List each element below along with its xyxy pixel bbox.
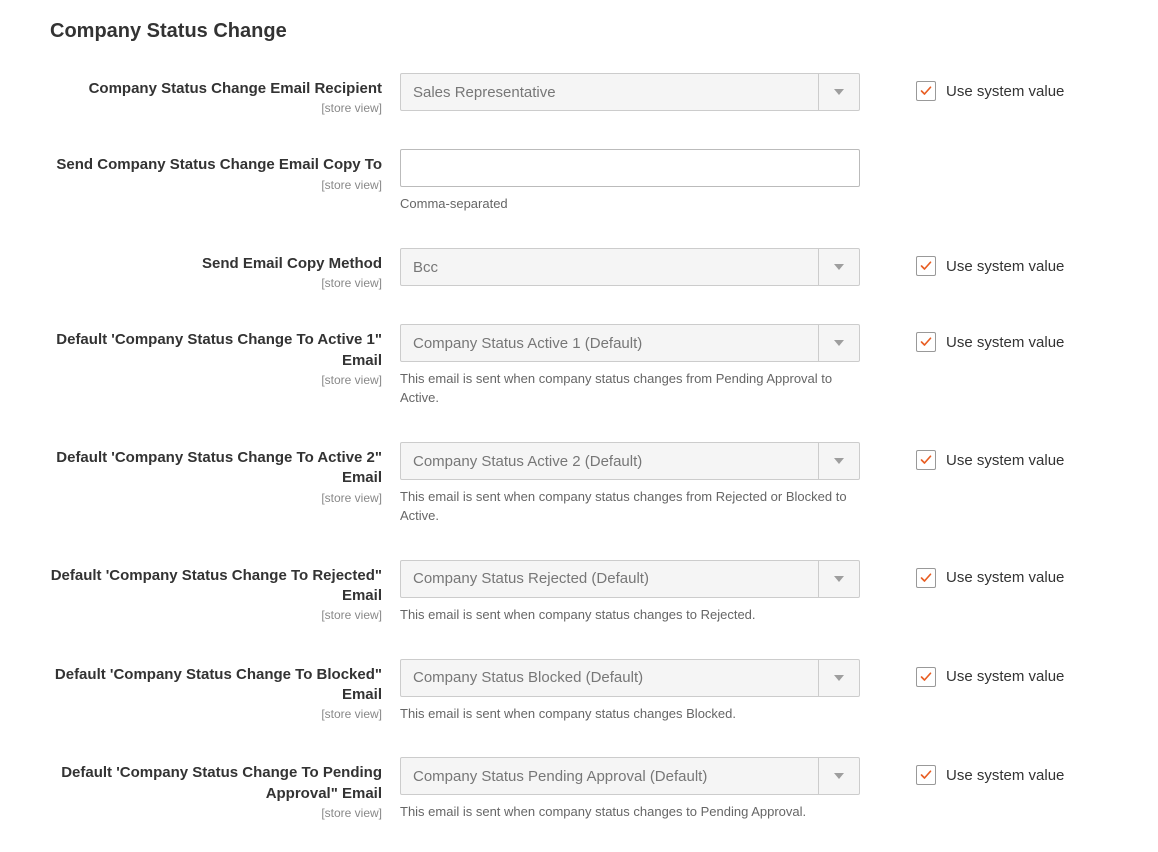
select-value: Bcc (413, 259, 438, 276)
field-email-copy-method: Send Email Copy Method [store view] Bcc … (20, 248, 1138, 290)
scope-label: [store view] (20, 806, 382, 820)
field-helper: This email is sent when company status c… (400, 803, 860, 822)
use-system-label: Use system value (946, 569, 1064, 586)
chevron-down-icon (834, 675, 844, 681)
use-system-checkbox[interactable] (916, 667, 936, 687)
use-system-label: Use system value (946, 258, 1064, 275)
select-caret (818, 74, 859, 110)
scope-label: [store view] (20, 276, 382, 290)
scope-label: [store view] (20, 608, 382, 622)
field-helper: This email is sent when company status c… (400, 488, 860, 526)
use-system-label: Use system value (946, 334, 1064, 351)
field-email-recipient: Company Status Change Email Recipient [s… (20, 73, 1138, 115)
section-title: Company Status Change (50, 20, 1138, 43)
chevron-down-icon (834, 89, 844, 95)
use-system-checkbox[interactable] (916, 765, 936, 785)
status-rejected-select[interactable]: Company Status Rejected (Default) (400, 560, 860, 598)
email-copy-method-select[interactable]: Bcc (400, 248, 860, 286)
check-icon (920, 85, 932, 97)
field-label: Company Status Change Email Recipient (20, 79, 382, 99)
use-system-label: Use system value (946, 83, 1064, 100)
select-caret (818, 660, 859, 696)
field-label: Default 'Company Status Change To Pendin… (20, 763, 382, 804)
status-active2-select[interactable]: Company Status Active 2 (Default) (400, 442, 860, 480)
scope-label: [store view] (20, 101, 382, 115)
chevron-down-icon (834, 458, 844, 464)
status-pending-select[interactable]: Company Status Pending Approval (Default… (400, 757, 860, 795)
scope-label: [store view] (20, 373, 382, 387)
chevron-down-icon (834, 264, 844, 270)
select-caret (818, 443, 859, 479)
select-value: Company Status Active 1 (Default) (413, 335, 642, 352)
email-copy-to-input[interactable] (400, 149, 860, 187)
select-value: Company Status Pending Approval (Default… (413, 768, 707, 785)
field-status-rejected: Default 'Company Status Change To Reject… (20, 560, 1138, 625)
field-label: Default 'Company Status Change To Reject… (20, 566, 382, 607)
chevron-down-icon (834, 773, 844, 779)
field-helper: This email is sent when company status c… (400, 705, 860, 724)
check-icon (920, 671, 932, 683)
use-system-checkbox[interactable] (916, 568, 936, 588)
use-system-checkbox[interactable] (916, 332, 936, 352)
check-icon (920, 769, 932, 781)
select-caret (818, 758, 859, 794)
status-blocked-select[interactable]: Company Status Blocked (Default) (400, 659, 860, 697)
field-label: Default 'Company Status Change To Active… (20, 330, 382, 371)
field-status-blocked: Default 'Company Status Change To Blocke… (20, 659, 1138, 724)
check-icon (920, 336, 932, 348)
select-caret (818, 249, 859, 285)
check-icon (920, 572, 932, 584)
check-icon (920, 454, 932, 466)
chevron-down-icon (834, 340, 844, 346)
field-label: Default 'Company Status Change To Active… (20, 448, 382, 489)
field-helper: This email is sent when company status c… (400, 606, 860, 625)
use-system-label: Use system value (946, 668, 1064, 685)
field-email-copy-to: Send Company Status Change Email Copy To… (20, 149, 1138, 214)
field-label: Default 'Company Status Change To Blocke… (20, 665, 382, 706)
check-icon (920, 260, 932, 272)
scope-label: [store view] (20, 178, 382, 192)
field-label: Send Company Status Change Email Copy To (20, 155, 382, 175)
use-system-label: Use system value (946, 452, 1064, 469)
use-system-checkbox[interactable] (916, 81, 936, 101)
select-value: Company Status Rejected (Default) (413, 570, 649, 587)
use-system-checkbox[interactable] (916, 256, 936, 276)
select-value: Company Status Active 2 (Default) (413, 453, 642, 470)
email-recipient-select[interactable]: Sales Representative (400, 73, 860, 111)
field-label: Send Email Copy Method (20, 254, 382, 274)
select-value: Company Status Blocked (Default) (413, 669, 643, 686)
scope-label: [store view] (20, 491, 382, 505)
field-status-pending: Default 'Company Status Change To Pendin… (20, 757, 1138, 822)
field-status-active1: Default 'Company Status Change To Active… (20, 324, 1138, 408)
status-active1-select[interactable]: Company Status Active 1 (Default) (400, 324, 860, 362)
field-status-active2: Default 'Company Status Change To Active… (20, 442, 1138, 526)
select-caret (818, 561, 859, 597)
select-value: Sales Representative (413, 84, 556, 101)
scope-label: [store view] (20, 707, 382, 721)
use-system-checkbox[interactable] (916, 450, 936, 470)
select-caret (818, 325, 859, 361)
use-system-label: Use system value (946, 767, 1064, 784)
chevron-down-icon (834, 576, 844, 582)
field-helper: Comma-separated (400, 195, 860, 214)
field-helper: This email is sent when company status c… (400, 370, 860, 408)
